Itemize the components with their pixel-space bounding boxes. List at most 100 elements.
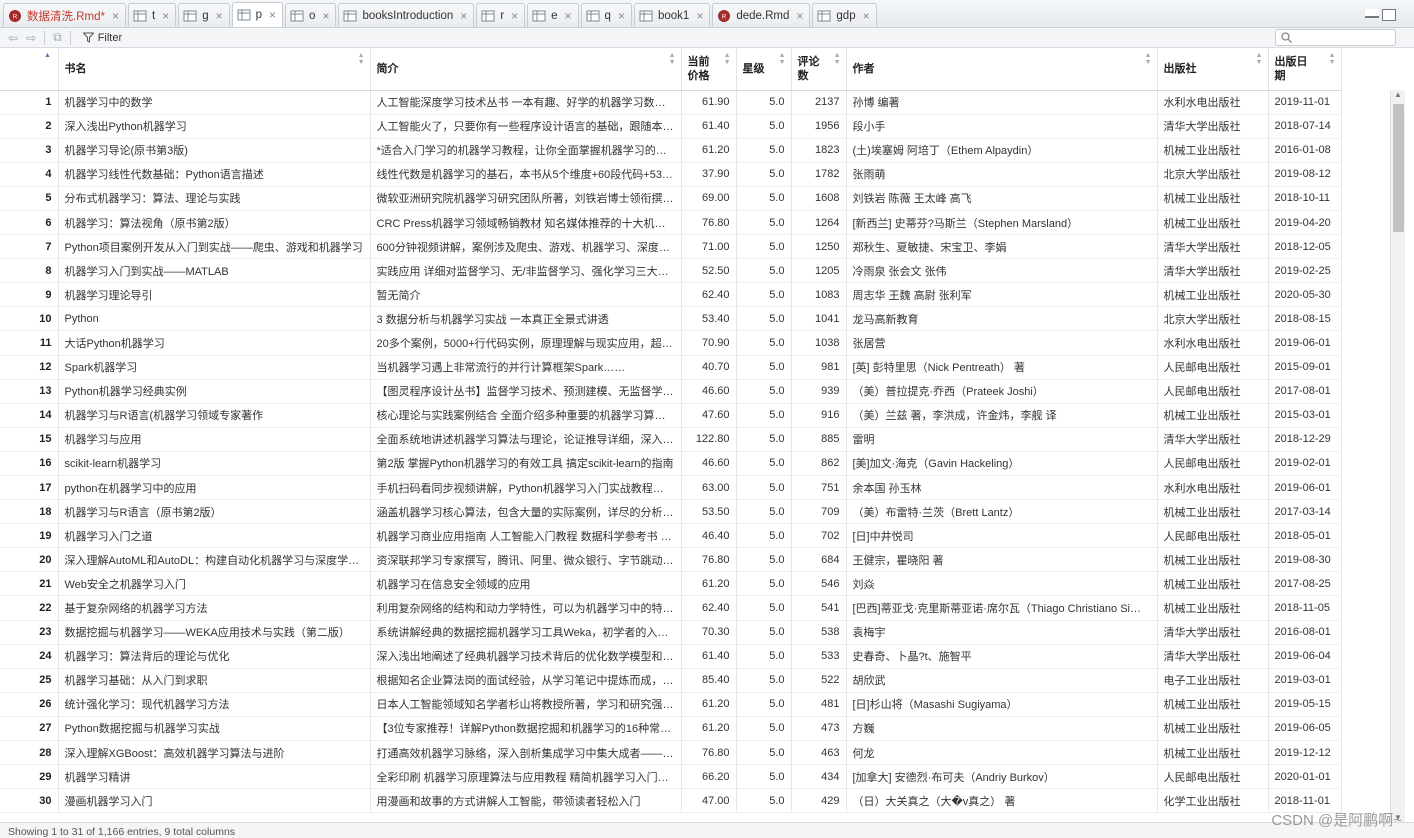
table-row[interactable]: 20 深入理解AutoML和AutoDL：构建自动化机器学习与深度学… 资深联邦学习…	[0, 547, 1342, 573]
close-icon[interactable]: ×	[216, 9, 223, 23]
minimize-icon[interactable]	[1365, 9, 1379, 18]
table-row[interactable]: 7 Python项目案例开发从入门到实战——爬虫、游戏和机器学习 600分钟视频讲解…	[0, 234, 1342, 260]
column-header-4[interactable]: 评论 数 ▲ ▼	[791, 48, 847, 91]
table-row[interactable]: 26 统计强化学习：现代机器学习方法 日本人工智能领域知名学者杉山将教授所著，学习和…	[0, 692, 1342, 717]
table-row[interactable]: 2 深入浅出Python机器学习 人工智能火了，只要你有一些程序设计语言的基础，跟随…	[0, 114, 1342, 139]
search-input[interactable]	[1275, 29, 1396, 46]
filter-button[interactable]: Filter	[79, 32, 126, 44]
table-cell: Python机器学习经典实例	[58, 379, 371, 404]
row-index-cell: 2	[0, 114, 59, 139]
tab-8[interactable]: q ×	[580, 3, 632, 27]
table-row[interactable]: 27 Python数据挖掘与机器学习实战 【3位专家推荐！详解Python数据挖掘和…	[0, 716, 1342, 742]
tab-7[interactable]: e ×	[527, 3, 579, 27]
table-cell: 数据挖掘与机器学习——WEKA应用技术与实践（第二版）	[58, 620, 371, 645]
table-row[interactable]: 25 机器学习基础：从入门到求职 根据知名企业算法岗的面试经验，从学习笔记中提炼而成…	[0, 668, 1342, 693]
table-row[interactable]: 23 数据挖掘与机器学习——WEKA应用技术与实践（第二版） 系统讲解经典的数据挖掘…	[0, 620, 1342, 645]
popout-window-icon[interactable]: ⧉	[53, 30, 62, 45]
table-cell: 53.50	[681, 499, 737, 525]
table-row[interactable]: 8 机器学习入门到实战——MATLAB 实践应用 详细对监督学习、无/非监督学习、强…	[0, 258, 1342, 284]
table-cell: 段小手	[846, 114, 1158, 139]
scroll-up-icon[interactable]: ▲	[1394, 90, 1402, 99]
table-row[interactable]: 15 机器学习与应用 全面系统地讲述机器学习算法与理论，论证推导详细，深入… 122.…	[0, 427, 1342, 452]
table-row[interactable]: 13 Python机器学习经典实例 【图灵程序设计丛书】监督学习技术、预测建模、无监…	[0, 379, 1342, 404]
table-cell: 52.50	[681, 258, 737, 284]
close-icon[interactable]: ×	[511, 9, 518, 23]
tab-label: gdp	[836, 9, 856, 22]
table-row[interactable]: 28 深入理解XGBoost：高效机器学习算法与进阶 打通高效机器学习脉络，深入剖析…	[0, 740, 1342, 766]
table-cell: 根据知名企业算法岗的面试经验，从学习笔记中提炼而成，…	[370, 668, 682, 693]
table-row[interactable]: 22 基于复杂网络的机器学习方法 利用复杂网络的结构和动力学特性，可以为机器学习中的…	[0, 595, 1342, 621]
table-cell: 61.90	[681, 90, 737, 115]
tab-11[interactable]: gdp ×	[812, 3, 877, 27]
row-index-cell: 12	[0, 355, 59, 380]
table-cell: 化学工业出版社	[1157, 788, 1269, 814]
column-header-5[interactable]: 作者 ▲ ▼	[846, 48, 1158, 91]
table-row[interactable]: 10 Python 3 数据分析与机器学习实战 一本真正全景式讲透 53.40 5.0 1…	[0, 306, 1342, 332]
table-cell: 2019-08-30	[1268, 547, 1342, 573]
forward-arrow-icon[interactable]: ⇨	[26, 31, 36, 45]
table-cell: 资深联邦学习专家撰写，腾讯、阿里、微众银行、字节跳动…	[370, 547, 682, 573]
table-row[interactable]: 9 机器学习理论导引 暂无简介 62.40 5.0 1083 周志华 王魏 高尉 张利军 机械…	[0, 282, 1342, 308]
close-icon[interactable]: ×	[696, 9, 703, 23]
table-cell: 684	[791, 547, 847, 573]
table-row[interactable]: 24 机器学习：算法背后的理论与优化 深入浅出地阐述了经典机器学习技术背后的优化数学…	[0, 644, 1342, 669]
table-row[interactable]: 4 机器学习线性代数基础：Python语言描述 线性代数是机器学习的基石，本书从5个…	[0, 162, 1342, 187]
close-icon[interactable]: ×	[618, 9, 625, 23]
table-cell: 5.0	[736, 499, 792, 525]
tab-0[interactable]: R 数据清洗.Rmd* ×	[3, 3, 126, 27]
table-cell: 5.0	[736, 668, 792, 693]
close-icon[interactable]: ×	[269, 8, 276, 22]
column-header-6[interactable]: 出版社 ▲ ▼	[1157, 48, 1269, 91]
tab-10[interactable]: Rdede.Rmd ×	[712, 3, 811, 27]
close-icon[interactable]: ×	[565, 9, 572, 23]
table-cell: Spark机器学习	[58, 355, 371, 380]
column-header-0[interactable]: 书名 ▲ ▼	[58, 48, 371, 91]
table-cell: 机器学习入门之道	[58, 523, 371, 549]
table-cell: 周志华 王魏 高尉 张利军	[846, 282, 1158, 308]
table-row[interactable]: 19 机器学习入门之道 机器学习商业应用指南 人工智能入门教程 数据科学参考书 … 4…	[0, 523, 1342, 549]
close-icon[interactable]: ×	[460, 9, 467, 23]
tab-2[interactable]: g ×	[178, 3, 230, 27]
row-index-cell: 8	[0, 258, 59, 284]
table-cell: [日]杉山将（Masashi Sugiyama）	[846, 692, 1158, 717]
back-arrow-icon[interactable]: ⇦	[8, 31, 18, 45]
table-row[interactable]: 29 机器学习精讲 全彩印刷 机器学习原理算法与应用教程 精简机器学习入门… 66.2…	[0, 764, 1342, 790]
table-row[interactable]: 12 Spark机器学习 当机器学习遇上非常流行的并行计算框架Spark…… 40.7…	[0, 355, 1342, 380]
table-row[interactable]: 21 Web安全之机器学习入门 机器学习在信息安全领域的应用 61.20 5.0 546 刘…	[0, 571, 1342, 597]
column-header-2[interactable]: 当前 价格 ▲ ▼	[681, 48, 737, 91]
table-cell: 46.60	[681, 379, 737, 404]
column-header-3[interactable]: 星级 ▲ ▼	[736, 48, 792, 91]
close-icon[interactable]: ×	[796, 9, 803, 23]
close-icon[interactable]: ×	[863, 9, 870, 23]
close-icon[interactable]: ×	[112, 9, 119, 23]
maximize-icon[interactable]	[1382, 9, 1396, 21]
table-row[interactable]: 3 机器学习导论(原书第3版) *适合入门学习的机器学习教程，让你全面掌握机器学习的…	[0, 138, 1342, 163]
tab-5[interactable]: booksIntroduction ×	[338, 3, 475, 27]
close-icon[interactable]: ×	[322, 9, 329, 23]
table-row[interactable]: 30 漫画机器学习入门 用漫画和故事的方式讲解人工智能，带领读者轻松入门 47.00 5…	[0, 788, 1342, 814]
column-header-7[interactable]: 出版日 期 ▲ ▼	[1268, 48, 1342, 91]
table-row[interactable]: 5 分布式机器学习：算法、理论与实践 微软亚洲研究院机器学习研究团队所著，刘铁岩博士…	[0, 186, 1342, 211]
tab-3[interactable]: p ×	[231, 2, 284, 27]
tab-1[interactable]: t ×	[127, 3, 177, 27]
tab-9[interactable]: book1 ×	[633, 3, 711, 27]
table-row[interactable]: 6 机器学习：算法视角（原书第2版） CRC Press机器学习领域畅销教材 知名媒…	[0, 210, 1342, 236]
table-cell: Python项目案例开发从入门到实战——爬虫、游戏和机器学习	[58, 234, 371, 260]
tab-4[interactable]: o ×	[285, 3, 337, 27]
table-row[interactable]: 1 机器学习中的数学 人工智能深度学习技术丛书 一本有趣、好学的机器学习数学… 61.…	[0, 90, 1342, 115]
table-cell: 862	[791, 451, 847, 477]
table-cell: 清华大学出版社	[1157, 114, 1269, 139]
table-cell: 63.00	[681, 475, 737, 501]
vertical-scrollbar[interactable]: ▲ ▼	[1390, 90, 1405, 822]
table-row[interactable]: 14 机器学习与R语言(机器学习领域专家著作 核心理论与实践案例结合 全面介绍多种重…	[0, 403, 1342, 428]
tab-6[interactable]: r ×	[476, 3, 526, 27]
table-row[interactable]: 16 scikit-learn机器学习 第2版 掌握Python机器学习的有效工具 …	[0, 451, 1342, 477]
table-row[interactable]: 18 机器学习与R语言（原书第2版） 涵盖机器学习核心算法，包含大量的实际案例，详尽…	[0, 499, 1342, 525]
table-row[interactable]: 11 大话Python机器学习 20多个案例，5000+行代码实例，原理理解与现实应…	[0, 330, 1342, 356]
table-row[interactable]: 17 python在机器学习中的应用 手机扫码看同步视频讲解，Python机器学习入…	[0, 475, 1342, 501]
close-icon[interactable]: ×	[162, 9, 169, 23]
scrollbar-thumb[interactable]	[1393, 104, 1404, 232]
table-cell: 5.0	[736, 90, 792, 115]
column-header-1[interactable]: 简介 ▲ ▼	[370, 48, 682, 91]
header-row-index[interactable]: ▲	[0, 48, 59, 91]
